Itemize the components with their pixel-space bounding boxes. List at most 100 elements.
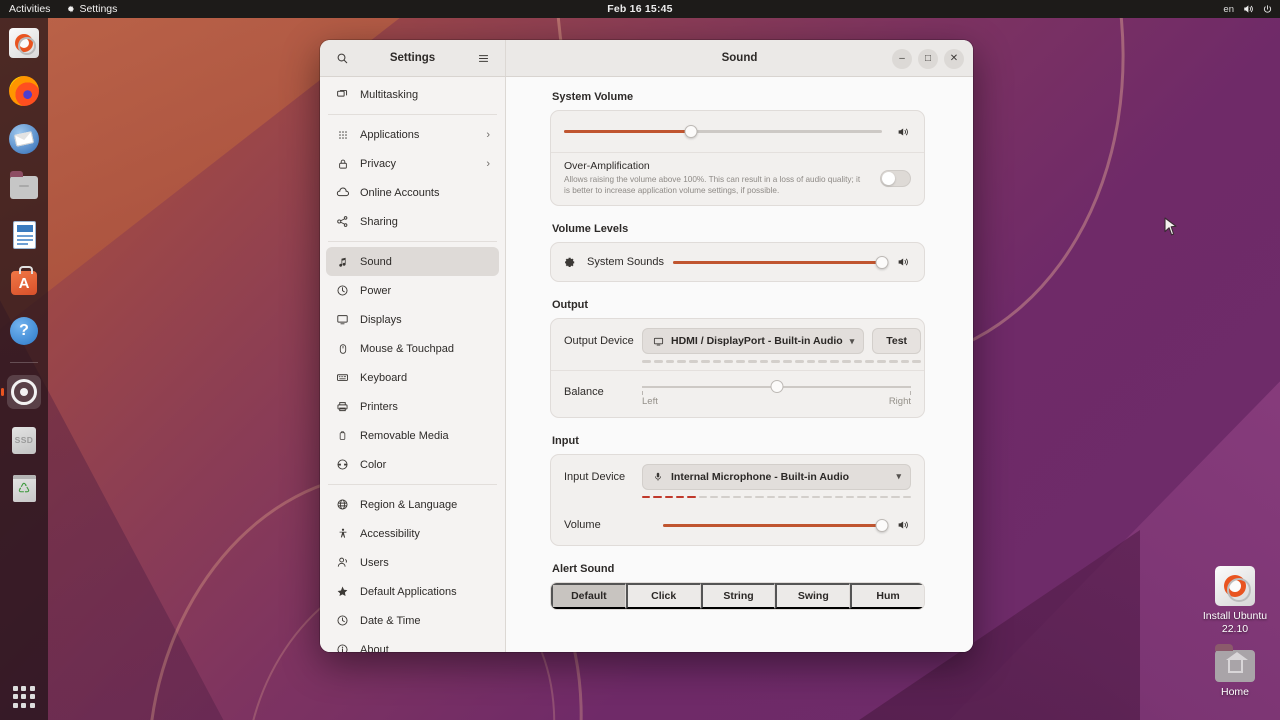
alert-sound-option-string[interactable]: String	[700, 583, 776, 610]
dock-item-help[interactable]: ?	[7, 314, 41, 348]
sidebar-item-displays[interactable]: Displays	[326, 305, 499, 334]
hamburger-menu-icon[interactable]	[473, 48, 493, 68]
keyboard-icon	[335, 370, 350, 385]
sidebar-divider	[328, 241, 497, 242]
input-volume-slider[interactable]	[663, 516, 889, 534]
power-icon[interactable]	[1262, 4, 1273, 15]
sidebar-item-color[interactable]: Color	[326, 450, 499, 479]
sidebar-item-sharing[interactable]: Sharing	[326, 207, 499, 236]
sidebar-item-printers[interactable]: Printers	[326, 392, 499, 421]
sidebar-item-users[interactable]: Users	[326, 548, 499, 577]
dock-item-ubuntu-installer[interactable]	[7, 26, 41, 60]
app-menu-button[interactable]: Settings	[65, 3, 117, 15]
music-note-icon	[335, 254, 350, 269]
alert-sound-option-default[interactable]: Default	[551, 583, 626, 610]
sidebar-item-label: Printers	[360, 400, 398, 413]
sidebar-item-label: Accessibility	[360, 527, 420, 540]
volume-levels-card: System Sounds	[550, 242, 925, 283]
balance-slider[interactable]: Left Right	[642, 377, 911, 407]
meter-segment	[755, 495, 764, 499]
sidebar-item-label: About	[360, 643, 389, 653]
slider-knob[interactable]	[875, 518, 889, 532]
sidebar-item-accessibility[interactable]: Accessibility	[326, 519, 499, 548]
sidebar-item-mouse-touchpad[interactable]: Mouse & Touchpad	[326, 334, 499, 363]
output-card: Output Device HDMI / DisplayPort - Built…	[550, 318, 925, 418]
dock-item-ssd-volume[interactable]: SSD	[7, 423, 41, 457]
sidebar-item-keyboard[interactable]: Keyboard	[326, 363, 499, 392]
dock-item-firefox[interactable]	[7, 74, 41, 108]
sidebar-item-sound[interactable]: Sound	[326, 247, 499, 276]
sidebar-item-online-accounts[interactable]: Online Accounts	[326, 178, 499, 207]
store-icon: A	[11, 266, 37, 295]
sidebar-item-privacy[interactable]: Privacy ›	[326, 149, 499, 178]
meter-segment	[823, 495, 832, 499]
volume-icon[interactable]	[895, 255, 911, 269]
app-menu-label: Settings	[79, 3, 118, 15]
slider-knob[interactable]	[684, 125, 698, 138]
activities-button[interactable]: Activities	[9, 3, 50, 15]
sidebar-group-1: Multitasking	[320, 80, 505, 109]
clock-label[interactable]: Feb 16 15:45	[607, 3, 672, 15]
input-device-value: Internal Microphone - Built-in Audio	[671, 470, 850, 483]
alert-sound-option-swing[interactable]: Swing	[775, 583, 851, 610]
meter-segment	[665, 360, 675, 363]
input-device-dropdown[interactable]: Internal Microphone - Built-in Audio ▾	[642, 463, 911, 490]
sidebar-item-power[interactable]: Power	[326, 276, 499, 305]
section-heading-input: Input	[552, 434, 579, 447]
slider-knob[interactable]	[875, 255, 889, 269]
sidebar-item-label: Date & Time	[360, 614, 421, 627]
sidebar-item-label: Multitasking	[360, 88, 419, 101]
close-button[interactable]: ✕	[944, 48, 964, 69]
test-button[interactable]: Test	[872, 328, 922, 355]
alert-sound-option-click[interactable]: Click	[625, 583, 701, 610]
system-sounds-slider[interactable]	[673, 253, 889, 271]
system-volume-slider[interactable]	[564, 123, 882, 141]
alert-sound-option-hum[interactable]: Hum	[850, 583, 924, 610]
balance-label: Balance	[564, 385, 604, 398]
desktop-icon-home[interactable]: Home	[1189, 644, 1280, 699]
minimize-button[interactable]: –	[892, 48, 912, 69]
keyboard-layout-indicator[interactable]: en	[1223, 4, 1234, 15]
over-amplification-toggle[interactable]	[880, 169, 911, 187]
maximize-button[interactable]: □	[918, 48, 938, 69]
meter-segment	[743, 495, 753, 499]
microphone-icon	[652, 471, 664, 482]
output-device-value: HDMI / DisplayPort - Built-in Audio	[671, 335, 843, 348]
system-status-area[interactable]: en	[1223, 0, 1273, 18]
volume-icon[interactable]	[895, 518, 911, 532]
sidebar-item-label: Default Applications	[360, 585, 457, 598]
sidebar-item-default-applications[interactable]: Default Applications	[326, 577, 499, 606]
sidebar-item-applications[interactable]: Applications ›	[326, 120, 499, 149]
printer-icon	[335, 399, 350, 414]
sidebar-item-about[interactable]: About	[326, 635, 499, 652]
dock-item-thunderbird-mail[interactable]	[7, 122, 41, 156]
output-device-dropdown[interactable]: HDMI / DisplayPort - Built-in Audio ▾	[642, 328, 865, 355]
settings-sidebar[interactable]: Multitasking Applications › Privacy › On…	[320, 77, 506, 652]
sidebar-item-date-time[interactable]: Date & Time	[326, 606, 499, 635]
sidebar-item-multitasking[interactable]: Multitasking	[326, 80, 499, 109]
search-icon[interactable]	[332, 48, 352, 68]
meter-segment	[857, 495, 866, 499]
dock-item-libreoffice-writer[interactable]	[7, 218, 41, 252]
sidebar-item-region-language[interactable]: Region & Language	[326, 490, 499, 519]
slider-knob[interactable]	[770, 379, 783, 393]
volume-icon[interactable]	[895, 125, 911, 139]
show-applications-grid-icon[interactable]	[13, 686, 35, 708]
dock-separator	[10, 362, 38, 363]
color-wheel-icon	[335, 457, 350, 472]
meter-segment	[724, 360, 733, 363]
sidebar-item-label: Privacy	[360, 157, 397, 170]
dock-item-settings[interactable]	[7, 375, 41, 409]
meter-segment	[736, 360, 745, 363]
meter-segment	[777, 495, 787, 499]
over-amplification-title: Over-Amplification	[564, 160, 650, 172]
sidebar-item-removable-media[interactable]: Removable Media	[326, 421, 499, 450]
desktop-icon-install-ubuntu[interactable]: Install Ubuntu 22.10	[1189, 566, 1280, 635]
balance-left-label: Left	[642, 395, 658, 407]
dock-item-ubuntu-software[interactable]: A	[7, 266, 41, 300]
volume-icon[interactable]	[1242, 3, 1254, 15]
dock-item-files[interactable]	[7, 170, 41, 204]
dock-item-trash[interactable]: ♺	[7, 471, 41, 505]
meter-segment	[698, 495, 707, 499]
alert-sound-button-group[interactable]: Default Click String Swing Hum	[550, 582, 925, 611]
